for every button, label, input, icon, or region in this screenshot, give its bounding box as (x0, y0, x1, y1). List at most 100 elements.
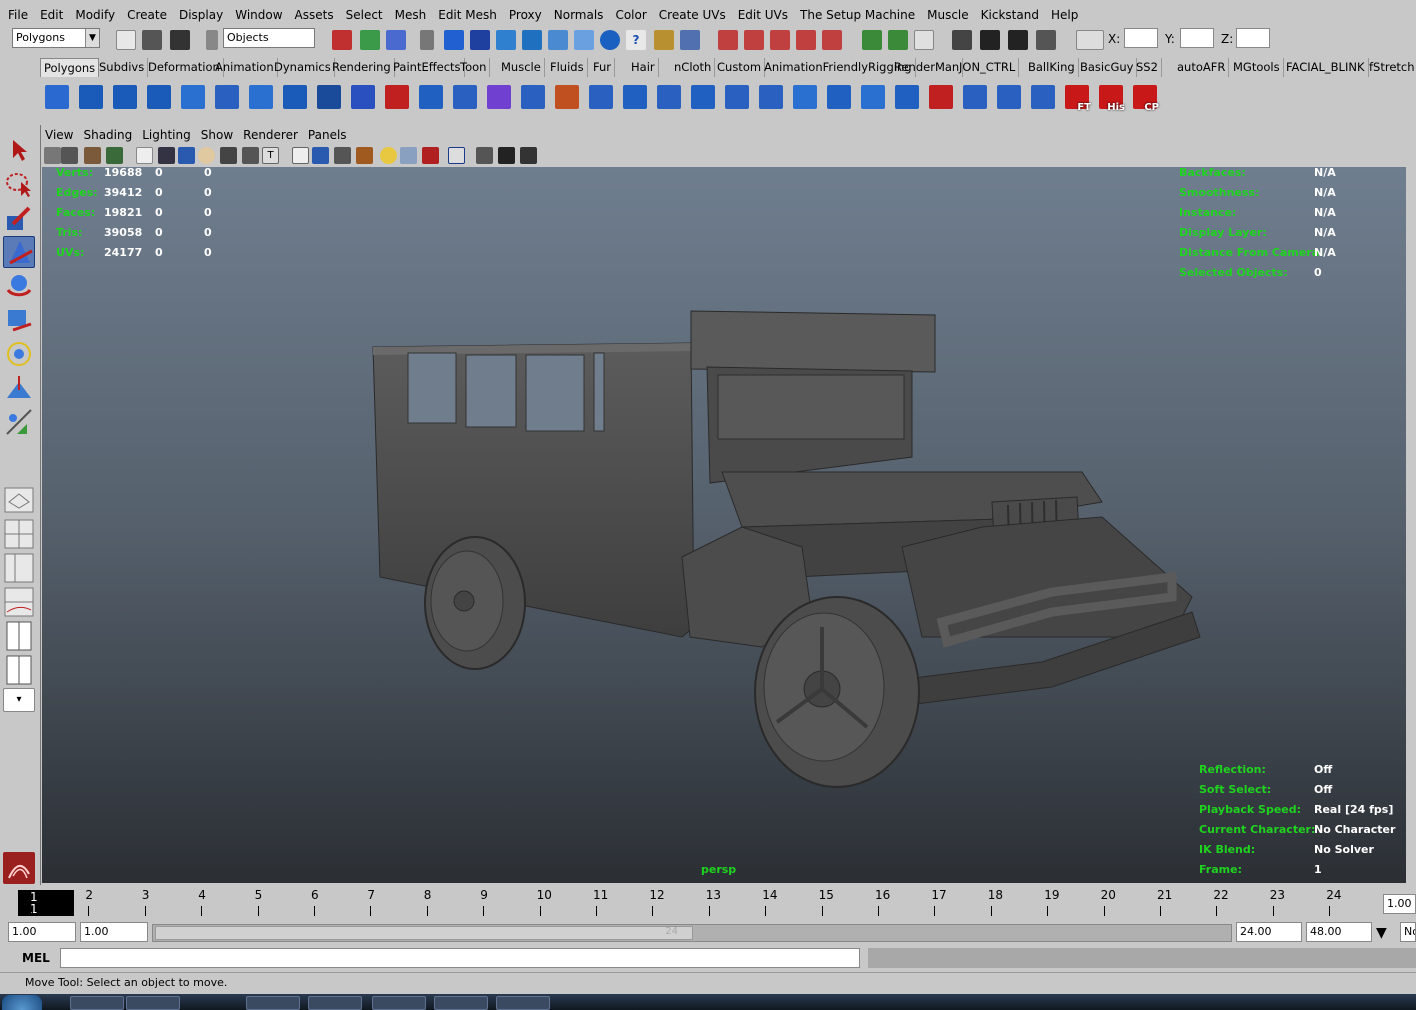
shelf-tab-hair[interactable]: Hair (628, 58, 659, 77)
save-scene-icon[interactable] (170, 30, 190, 50)
menu-kickstand[interactable]: Kickstand (975, 8, 1045, 23)
menu-display[interactable]: Display (173, 8, 229, 23)
menu-edit-mesh[interactable]: Edit Mesh (432, 8, 503, 23)
shelf-tab-fstretch[interactable]: fStretch (1366, 58, 1416, 77)
shelf-script-ft-icon[interactable]: FT (1062, 82, 1092, 114)
chamfer-icon[interactable] (960, 82, 990, 114)
select-deformations-icon[interactable] (548, 30, 568, 50)
panel-menu-panels[interactable]: Panels (303, 126, 352, 144)
select-curves-icon[interactable] (496, 30, 516, 50)
shelf-tab-custom[interactable]: Custom (714, 58, 766, 77)
menu-normals[interactable]: Normals (548, 8, 610, 23)
range-track[interactable]: 24 (152, 924, 1232, 942)
taskbar-photoshop-icon[interactable] (372, 996, 426, 1010)
fill-hole-icon[interactable] (654, 82, 684, 114)
select-by-hierarchy-icon[interactable] (332, 30, 352, 50)
reduce-icon[interactable] (518, 82, 548, 114)
isolate-select-icon[interactable] (448, 147, 465, 164)
single-perspective-layout-icon[interactable] (3, 484, 35, 516)
use-all-lights-icon[interactable] (380, 147, 397, 164)
ipr-render-icon[interactable] (1008, 30, 1028, 50)
panel-menu-renderer[interactable]: Renderer (238, 126, 303, 144)
output-ops-icon[interactable] (888, 30, 908, 50)
poly-pipe-icon[interactable] (280, 82, 310, 114)
poly-plane-icon[interactable] (178, 82, 208, 114)
extract-icon[interactable] (416, 82, 446, 114)
bookmarks-icon[interactable] (84, 147, 101, 164)
menu-edit-uvs[interactable]: Edit UVs (732, 8, 794, 23)
split-polygon-icon[interactable] (756, 82, 786, 114)
select-dynamics-icon[interactable] (574, 30, 594, 50)
shelf-tab-animation[interactable]: Animation (212, 58, 278, 77)
hud-toggle-icon[interactable] (498, 147, 515, 164)
taskbar-firefox-icon[interactable] (246, 996, 300, 1010)
construction-history-icon[interactable] (914, 30, 934, 50)
wireframe-icon[interactable] (292, 147, 309, 164)
bridge-icon[interactable] (926, 82, 956, 114)
shelf-tab-facial-blink[interactable]: FACIAL_BLINK (1283, 58, 1369, 77)
grid-icon[interactable] (136, 147, 153, 164)
poly-cube-icon[interactable] (76, 82, 106, 114)
poly-helix-icon[interactable] (314, 82, 344, 114)
poly-cylinder-icon[interactable] (110, 82, 140, 114)
field-chart-icon[interactable] (220, 147, 237, 164)
select-joints-icon[interactable] (470, 30, 490, 50)
shelf-script-cp-icon[interactable]: CP (1130, 82, 1160, 114)
taskbar-yahoo-icon[interactable] (434, 996, 488, 1010)
shelf-tab-ncloth[interactable]: nCloth (671, 58, 716, 77)
shelf-tab-polygons[interactable]: Polygons (40, 58, 100, 77)
wireframe-on-shaded-icon[interactable] (334, 147, 351, 164)
make-live-icon[interactable] (822, 30, 842, 50)
character-set-field[interactable]: No (1400, 922, 1416, 942)
shelf-tab-fluids[interactable]: Fluids (547, 58, 588, 77)
panel-menu-shading[interactable]: Shading (78, 126, 137, 144)
paint-select-tool-icon[interactable] (3, 202, 35, 234)
shelf-tab-jon-ctrl[interactable]: JON_CTRL (956, 58, 1020, 77)
panel-menu-lighting[interactable]: Lighting (137, 126, 196, 144)
chevron-down-icon[interactable]: ▼ (1376, 925, 1387, 941)
scale-tool-icon[interactable] (3, 304, 35, 336)
persp-outliner-layout-icon[interactable] (3, 552, 35, 584)
wedge-icon[interactable] (892, 82, 922, 114)
shelf-tab-ballking[interactable]: BallKing (1025, 58, 1079, 77)
select-tool-icon[interactable] (3, 134, 35, 166)
z-field[interactable] (1236, 28, 1270, 48)
persp-graph-layout-icon[interactable] (3, 586, 35, 618)
shadows-icon[interactable] (400, 147, 417, 164)
menu-muscle[interactable]: Muscle (921, 8, 975, 23)
smooth-shade-icon[interactable] (312, 147, 329, 164)
selection-mode-dropdown[interactable]: Objects (223, 28, 315, 48)
resolution-gate-icon[interactable] (178, 147, 195, 164)
image-plane-icon[interactable] (106, 147, 123, 164)
safe-title-icon[interactable]: T (262, 147, 279, 164)
menuset-dropdown[interactable]: Polygons ▼ (12, 28, 100, 48)
panel-menu-show[interactable]: Show (196, 126, 238, 144)
make-hole-icon[interactable] (688, 82, 718, 114)
extrude-edge-icon[interactable] (824, 82, 854, 114)
playback-start-field[interactable]: 1.00 (80, 922, 148, 942)
select-by-component-icon[interactable] (386, 30, 406, 50)
bevel-icon[interactable] (858, 82, 888, 114)
shelf-tab-renderman[interactable]: RenderMan (891, 58, 964, 77)
quadrangulate-icon[interactable] (620, 82, 650, 114)
combine-icon[interactable] (348, 82, 378, 114)
xray-icon[interactable] (422, 147, 439, 164)
render-view-icon[interactable] (952, 30, 972, 50)
transform-field-mode-icon[interactable] (1076, 30, 1104, 50)
lock-icon[interactable] (654, 30, 674, 50)
merge-verts-icon[interactable] (1028, 82, 1058, 114)
shelf-tab-muscle[interactable]: Muscle (498, 58, 545, 77)
rotate-tool-icon[interactable] (3, 270, 35, 302)
gate-mask-icon[interactable] (198, 147, 215, 164)
select-by-object-type-icon[interactable] (360, 30, 380, 50)
separate-icon[interactable] (382, 82, 412, 114)
snap-to-curve-icon[interactable] (744, 30, 764, 50)
taskbar-ie-icon[interactable] (70, 996, 124, 1010)
soft-modification-tool-icon[interactable] (3, 372, 35, 404)
open-scene-icon[interactable] (142, 30, 162, 50)
select-surfaces-icon[interactable] (522, 30, 542, 50)
lasso-tool-icon[interactable] (3, 168, 35, 200)
menu-select[interactable]: Select (340, 8, 389, 23)
menu-assets[interactable]: Assets (289, 8, 340, 23)
component-mask-icon[interactable] (420, 30, 434, 50)
